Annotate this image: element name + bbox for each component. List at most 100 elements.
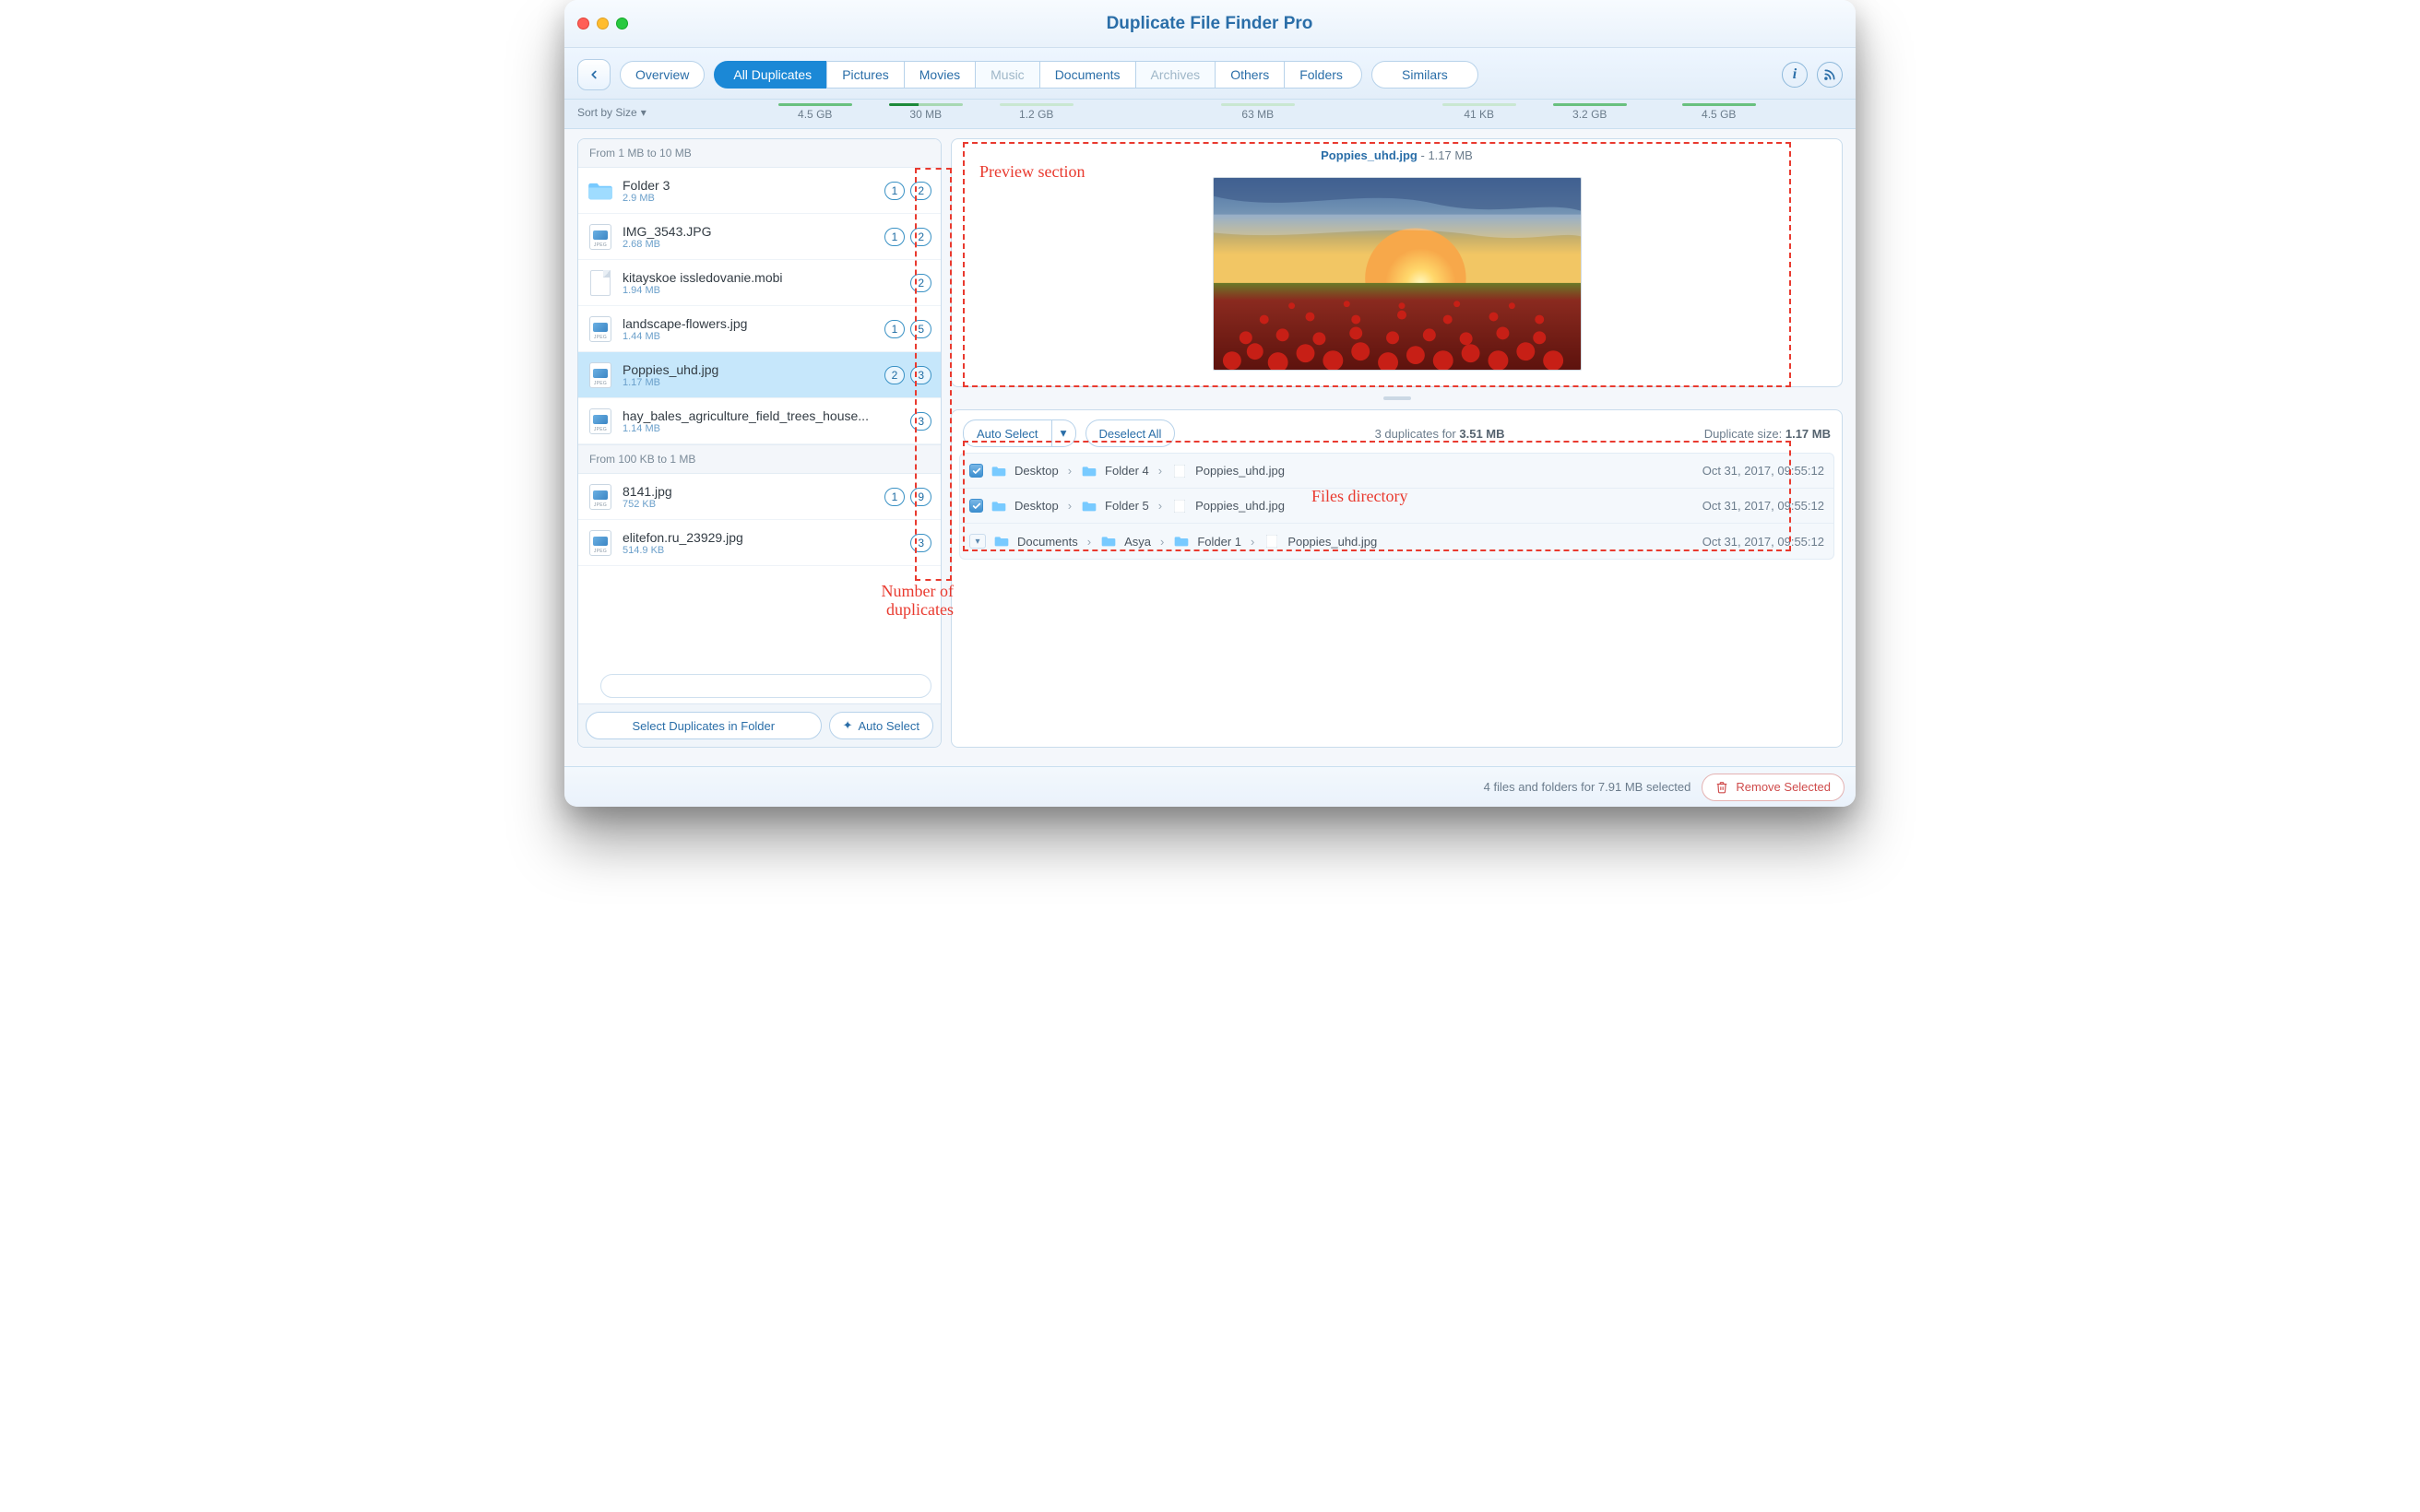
file-icon <box>1171 500 1188 513</box>
left-footer: Select Duplicates in Folder ✦ Auto Selec… <box>578 703 941 747</box>
chevron-right-icon: › <box>1158 535 1166 549</box>
rss-button[interactable] <box>1817 62 1843 88</box>
sort-by-dropdown[interactable]: Sort by Size ▾ <box>577 106 647 119</box>
remove-selected-button[interactable]: Remove Selected <box>1702 774 1845 801</box>
list-item[interactable]: IMG_3543.JPG2.68 MB 12 <box>578 214 941 260</box>
list-item[interactable]: hay_bales_agriculture_field_trees_house.… <box>578 398 941 444</box>
selected-count-badge: 1 <box>884 228 906 246</box>
file-list-panel: From 1 MB to 10 MB Folder 32.9 MB 12 IMG… <box>577 138 942 748</box>
chevron-down-icon: ▾ <box>641 106 647 119</box>
file-icon <box>1171 465 1188 478</box>
search-wrap <box>578 667 941 703</box>
split-grip[interactable] <box>951 395 1843 402</box>
folder-icon <box>587 178 613 204</box>
size-documents: 63 MB <box>1207 103 1309 121</box>
duplicate-row[interactable]: Desktop› Folder 4› Poppies_uhd.jpg Oct 3… <box>960 454 1833 489</box>
auto-select-dropdown[interactable]: ▾ <box>1052 419 1076 447</box>
auto-select-split: Auto Select ▾ <box>963 419 1076 447</box>
section-header-1: From 1 MB to 10 MB <box>578 139 941 168</box>
size-all: 4.5 GB <box>765 103 866 121</box>
tab-group: All Duplicates Pictures Movies Music Doc… <box>714 61 1362 89</box>
tab-overview[interactable]: Overview <box>620 61 705 89</box>
duplicates-summary: 3 duplicates for 3.51 MB <box>1184 427 1694 441</box>
dup-count-badge: 9 <box>910 488 931 506</box>
deselect-all-button[interactable]: Deselect All <box>1085 419 1176 447</box>
chevron-down-icon: ▾ <box>1061 426 1067 441</box>
selected-count-badge: 1 <box>884 320 906 338</box>
jpeg-icon <box>589 408 611 434</box>
tab-music: Music <box>975 61 1040 89</box>
info-button[interactable]: i <box>1782 62 1808 88</box>
right-pane: Poppies_uhd.jpg - 1.17 MB <box>951 138 1843 748</box>
tab-archives: Archives <box>1135 61 1216 89</box>
dup-count-badge: 5 <box>910 320 931 338</box>
rss-icon <box>1823 68 1836 81</box>
chevron-right-icon: › <box>1157 464 1164 478</box>
search-input[interactable] <box>600 674 931 698</box>
list-item[interactable]: elitefon.ru_23929.jpg514.9 KB 3 <box>578 520 941 566</box>
size-similars: 4.5 GB <box>1668 103 1770 121</box>
list-item[interactable]: kitayskoe issledovanie.mobi1.94 MB 2 <box>578 260 941 306</box>
folder-icon <box>991 465 1007 478</box>
list-item[interactable]: landscape-flowers.jpg1.44 MB 15 <box>578 306 941 352</box>
tab-similars[interactable]: Similars <box>1371 61 1478 89</box>
folder-icon <box>993 535 1010 548</box>
tab-others[interactable]: Others <box>1215 61 1285 89</box>
timestamp: Oct 31, 2017, 09:55:12 <box>1702 464 1824 478</box>
row-checkbox[interactable] <box>969 464 983 478</box>
file-icon <box>1263 535 1280 548</box>
timestamp: Oct 31, 2017, 09:55:12 <box>1702 499 1824 513</box>
size-others: 41 KB <box>1429 103 1530 121</box>
preview-image <box>1213 177 1582 371</box>
timestamp: Oct 31, 2017, 09:55:12 <box>1702 535 1824 549</box>
grip-icon <box>1383 396 1411 400</box>
chevron-left-icon <box>587 68 600 81</box>
size-movies: 1.2 GB <box>986 103 1087 121</box>
jpeg-icon <box>589 530 611 556</box>
document-icon <box>590 270 611 296</box>
list-item[interactable]: 8141.jpg752 KB 19 <box>578 474 941 520</box>
chevron-down-icon: ▾ <box>975 537 979 547</box>
folder-icon <box>991 500 1007 513</box>
zoom-window-button[interactable] <box>616 18 628 30</box>
details-panel: Auto Select ▾ Deselect All 3 duplicates … <box>951 409 1843 748</box>
dup-count-badge: 3 <box>910 534 931 552</box>
tab-documents[interactable]: Documents <box>1039 61 1136 89</box>
status-bar: 4 files and folders for 7.91 MB selected… <box>564 766 1856 807</box>
anno-filedir-label: Files directory <box>1311 487 1407 506</box>
row-expand-dropdown[interactable]: ▾ <box>969 534 986 549</box>
anno-dupcount-label: Number of duplicates <box>854 583 954 620</box>
auto-select-details-button[interactable]: Auto Select <box>963 419 1052 447</box>
window-title: Duplicate File Finder Pro <box>628 14 1791 34</box>
tab-movies[interactable]: Movies <box>904 61 976 89</box>
tab-pictures[interactable]: Pictures <box>826 61 905 89</box>
duplicate-row[interactable]: ▾ Documents› Asya› Folder 1› Poppies_uhd… <box>960 524 1833 559</box>
list-item[interactable]: Poppies_uhd.jpg1.17 MB 23 <box>578 352 941 398</box>
row-checkbox[interactable] <box>969 499 983 513</box>
dup-count-badge: 3 <box>910 366 931 384</box>
info-icon: i <box>1793 66 1797 83</box>
minimize-window-button[interactable] <box>597 18 609 30</box>
selected-count-badge: 2 <box>884 366 906 384</box>
preview-title: Poppies_uhd.jpg - 1.17 MB <box>959 147 1834 168</box>
dup-count-badge: 3 <box>910 412 931 431</box>
tab-all-duplicates[interactable]: All Duplicates <box>714 61 827 89</box>
list-item[interactable]: Folder 32.9 MB 12 <box>578 168 941 214</box>
dup-count-badge: 2 <box>910 228 931 246</box>
auto-select-button[interactable]: ✦ Auto Select <box>829 712 933 739</box>
selected-count-badge: 1 <box>884 488 906 506</box>
size-strip: Sort by Size ▾ 4.5 GB 30 MB 1.2 GB 63 MB… <box>564 100 1856 129</box>
size-pictures: 30 MB <box>875 103 977 121</box>
selection-status: 4 files and folders for 7.91 MB selected <box>1484 780 1691 794</box>
duplicate-paths-list: Desktop› Folder 4› Poppies_uhd.jpg Oct 3… <box>959 453 1834 560</box>
back-button[interactable] <box>577 59 611 90</box>
select-duplicates-in-folder-button[interactable]: Select Duplicates in Folder <box>586 712 822 739</box>
jpeg-icon <box>589 316 611 342</box>
close-window-button[interactable] <box>577 18 589 30</box>
folder-icon <box>1081 465 1097 478</box>
selected-count-badge: 1 <box>884 182 906 200</box>
folder-icon <box>1081 500 1097 513</box>
chevron-right-icon: › <box>1066 499 1074 513</box>
anno-preview-label: Preview section <box>979 162 1085 182</box>
tab-folders[interactable]: Folders <box>1284 61 1362 89</box>
